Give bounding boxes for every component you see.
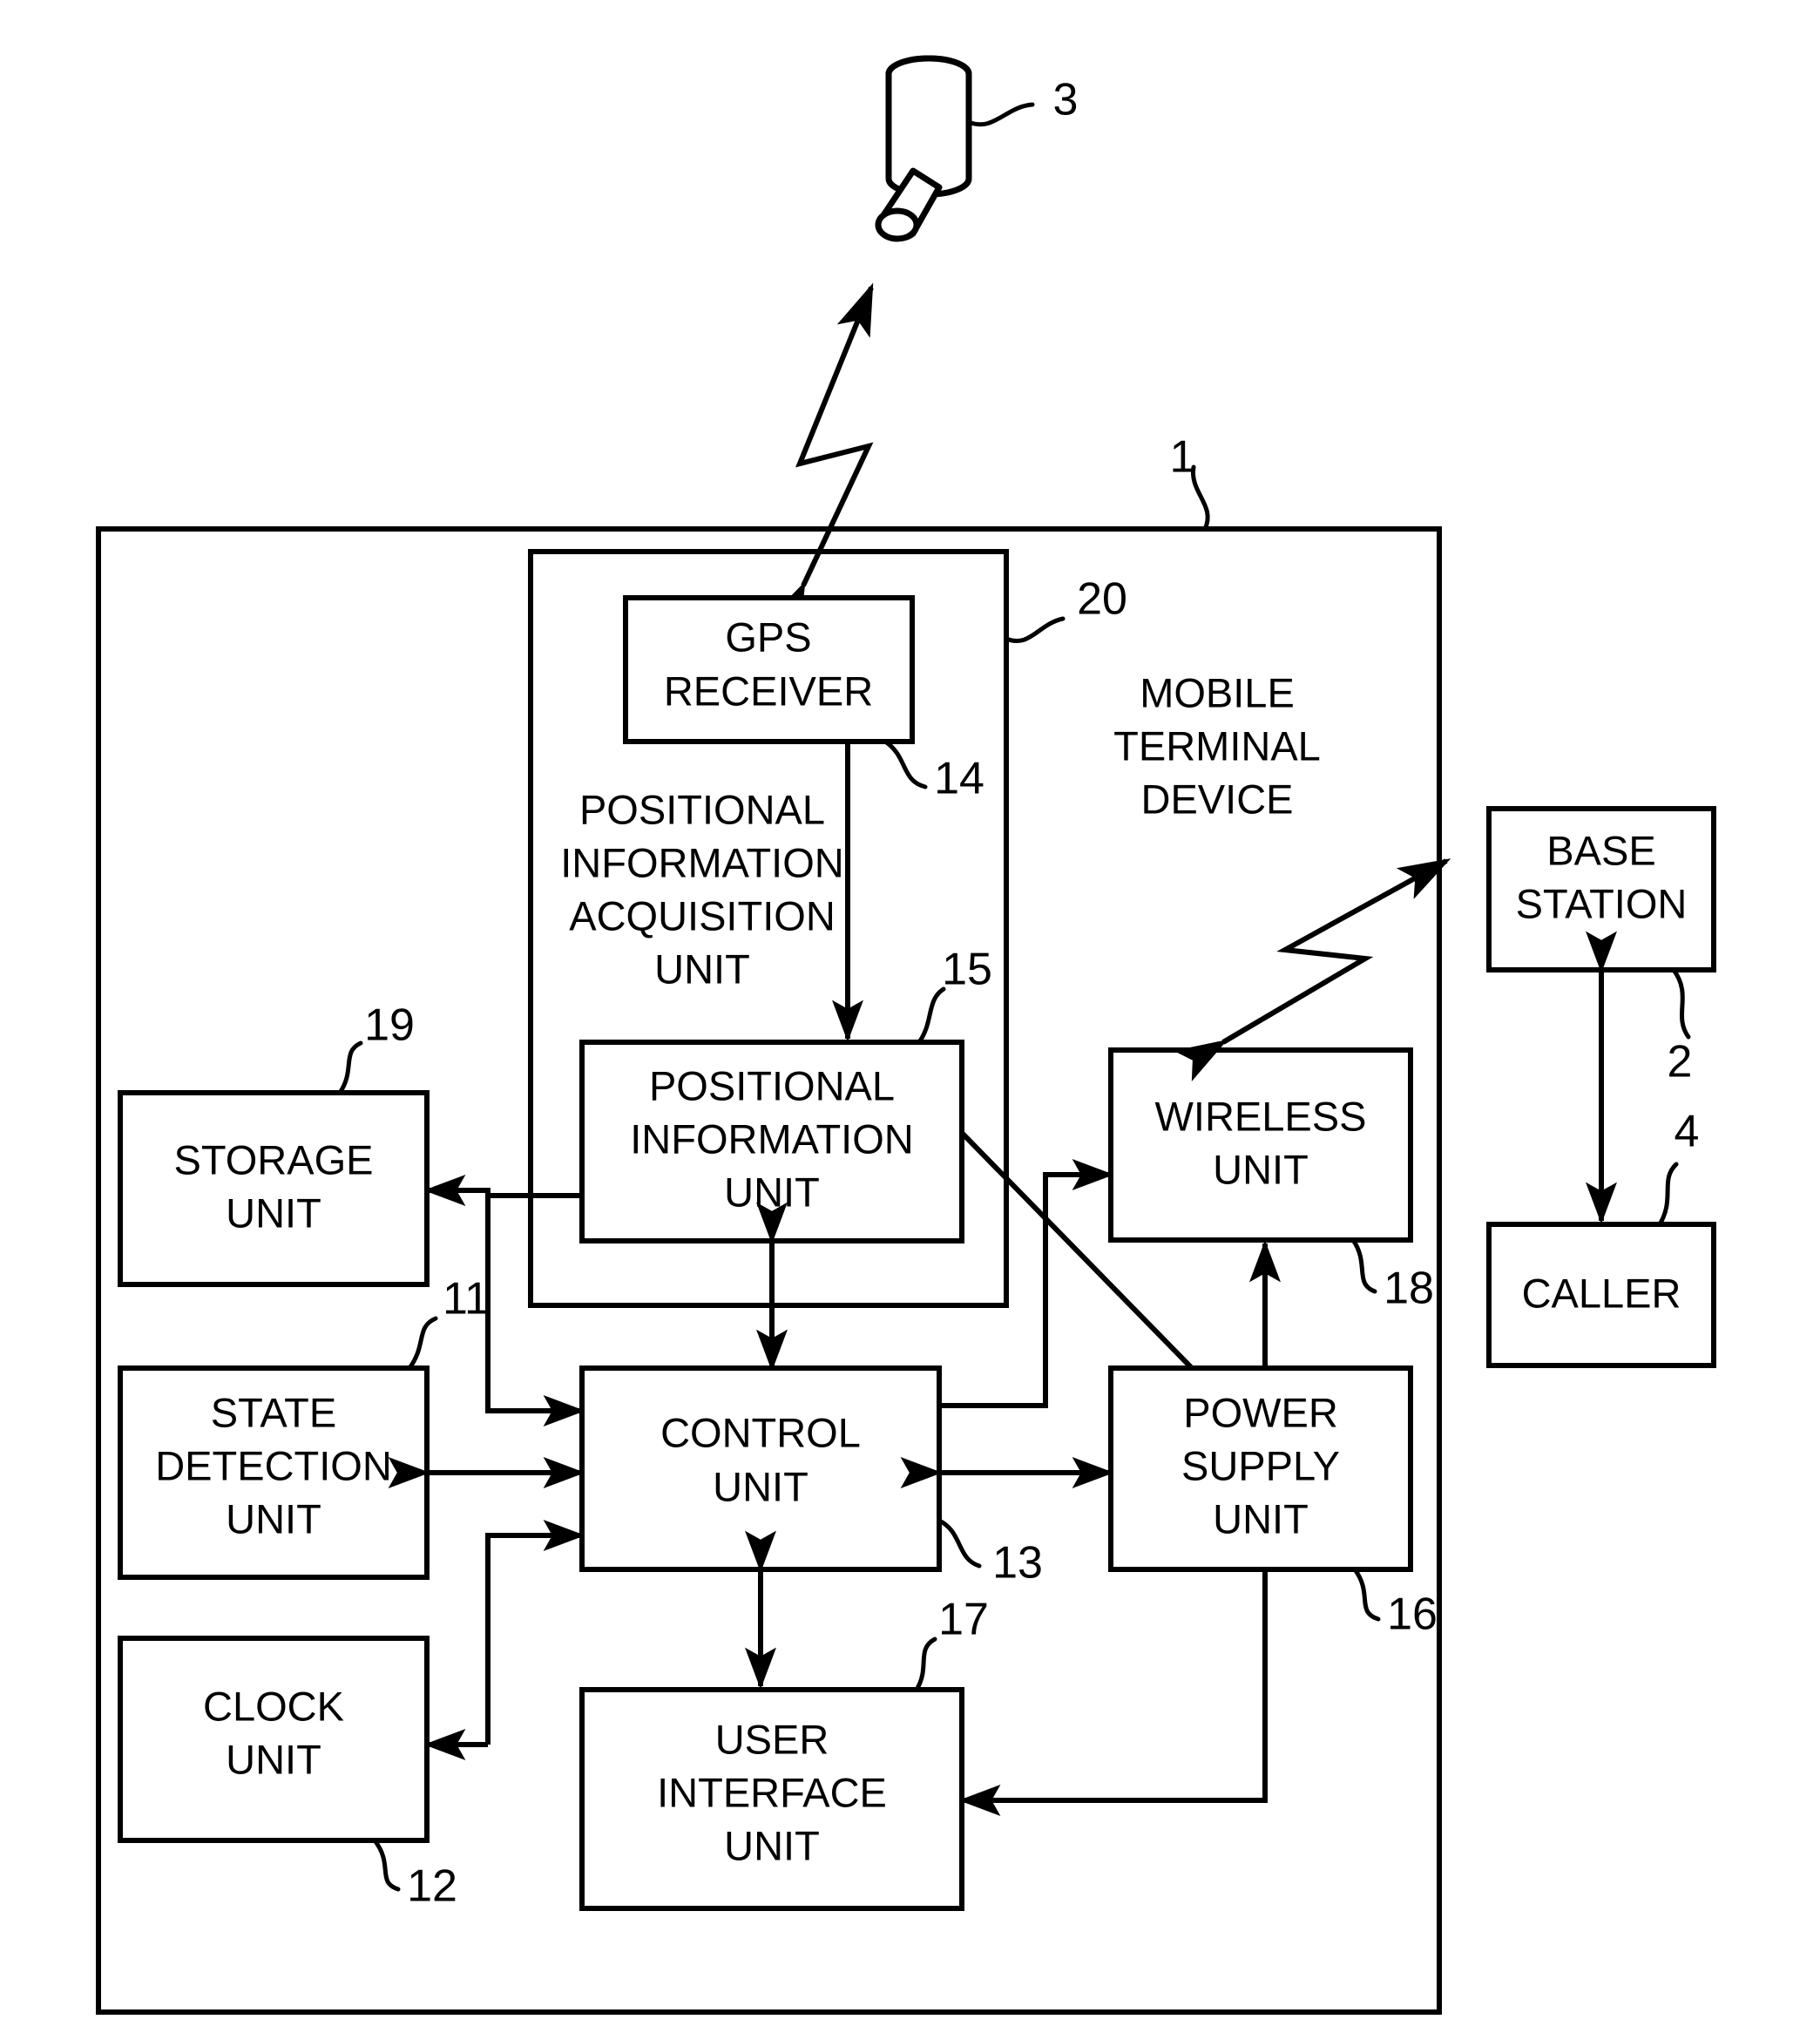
state-detection-label-line1: STATE <box>211 1389 337 1435</box>
patent-block-diagram: 3 1 MOBILE TERMINAL DEVICE 20 POSITIONAL… <box>0 0 1820 2033</box>
control-unit-label-line1: CONTROL <box>660 1409 861 1455</box>
ref-label-20: 20 <box>1077 574 1127 625</box>
ref-label-14: 14 <box>934 754 984 804</box>
ref-label-2: 2 <box>1668 1037 1693 1088</box>
clock-unit-label-line1: CLOCK <box>203 1683 344 1729</box>
ref-label-16: 16 <box>1387 1589 1438 1640</box>
device-label-line2: TERMINAL <box>1113 722 1321 769</box>
state-detection-label-line3: UNIT <box>226 1495 321 1542</box>
ref-label-13: 13 <box>992 1538 1043 1589</box>
device-label-line1: MOBILE <box>1140 669 1295 715</box>
acq-label-line3: ACQUISITION <box>569 892 836 939</box>
storage-unit-block[interactable] <box>118 1090 430 1287</box>
gps-receiver-label-line1: GPS <box>725 613 811 660</box>
caller-label: CALLER <box>1522 1270 1681 1316</box>
gps-receiver-label-line2: RECEIVER <box>664 668 873 714</box>
patent-figure-canvas: 3 1 MOBILE TERMINAL DEVICE 20 POSITIONAL… <box>0 0 1820 2033</box>
ref-label-17: 17 <box>938 1595 989 1645</box>
wireless-unit-label-line1: WIRELESS <box>1155 1093 1367 1139</box>
wireless-unit-block[interactable] <box>1108 1047 1413 1243</box>
ref-label-4: 4 <box>1675 1107 1700 1157</box>
piu-label-line1: POSITIONAL <box>649 1062 895 1108</box>
power-supply-label-line2: SUPPLY <box>1181 1442 1340 1488</box>
ref-label-15: 15 <box>942 945 992 995</box>
base-station-label-line2: STATION <box>1516 880 1688 926</box>
ui-label-line2: INTERFACE <box>657 1769 887 1815</box>
piu-label-line2: INFORMATION <box>630 1115 914 1162</box>
ref-label-19: 19 <box>364 1000 415 1051</box>
ref-label-12: 12 <box>407 1861 457 1912</box>
ref-label-3: 3 <box>1053 75 1079 125</box>
mobile-terminal-device-label: MOBILE TERMINAL DEVICE <box>1113 669 1321 822</box>
ref-label-11: 11 <box>443 1274 490 1325</box>
control-unit-label-line2: UNIT <box>713 1463 809 1509</box>
device-label-line3: DEVICE <box>1141 776 1294 822</box>
piu-label-line3: UNIT <box>724 1169 820 1215</box>
acq-label-line2: INFORMATION <box>560 839 844 885</box>
storage-unit-label-line2: UNIT <box>226 1189 321 1236</box>
ref-label-1: 1 <box>1170 432 1195 483</box>
ui-label-line3: UNIT <box>724 1822 820 1868</box>
ui-label-line1: USER <box>715 1716 829 1762</box>
power-supply-label-line3: UNIT <box>1213 1495 1309 1542</box>
state-detection-label-line2: DETECTION <box>155 1442 392 1488</box>
base-station-label-line1: BASE <box>1546 827 1655 873</box>
ref-label-18: 18 <box>1384 1264 1434 1314</box>
wireless-unit-label-line2: UNIT <box>1213 1146 1309 1192</box>
clock-unit-label-line2: UNIT <box>226 1736 321 1782</box>
acq-label-line4: UNIT <box>654 945 750 992</box>
power-supply-label-line1: POWER <box>1183 1389 1338 1435</box>
acq-label-line1: POSITIONAL <box>579 786 825 832</box>
storage-unit-label-line1: STORAGE <box>174 1136 374 1183</box>
